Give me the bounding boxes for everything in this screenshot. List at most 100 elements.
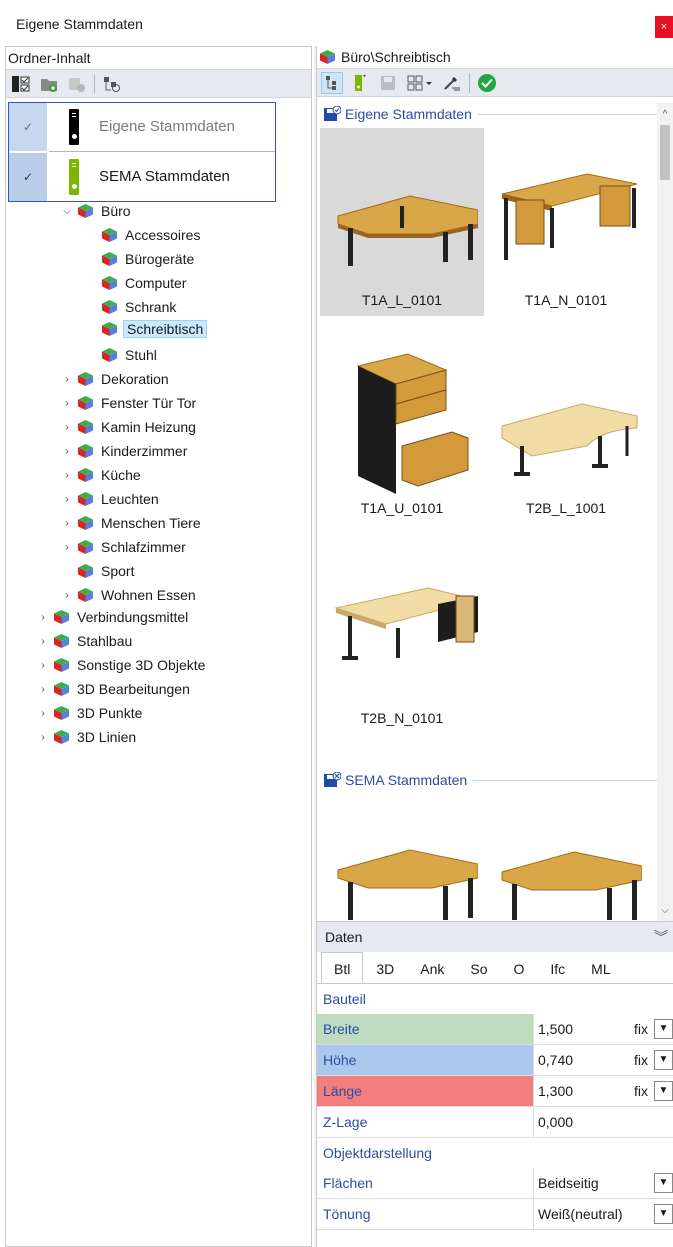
tree-item-sonstige[interactable]: › Sonstige 3D Objekte <box>37 655 207 675</box>
tree-item-schlafzimmer[interactable]: › Schlafzimmer <box>61 537 188 557</box>
cube-icon <box>77 443 94 459</box>
new-folder-icon[interactable] <box>38 73 60 95</box>
chevron-right-icon[interactable]: › <box>37 684 49 695</box>
tree-item-3d-punkte[interactable]: › 3D Punkte <box>37 703 144 723</box>
tree-item-schrank[interactable]: Schrank <box>101 297 178 317</box>
item-thumbnail[interactable]: T1A_U_0101 <box>320 336 484 524</box>
tree-item-schreibtisch[interactable]: Schreibtisch <box>101 319 208 339</box>
item-thumbnail[interactable]: T1A_N_0101 <box>484 128 648 316</box>
chevron-down-icon[interactable]: ⌵ <box>61 206 73 217</box>
chevron-right-icon[interactable]: › <box>61 494 73 505</box>
property-value[interactable]: 1,300 fix ▼ <box>533 1076 673 1106</box>
property-value[interactable]: 0,740 fix ▼ <box>533 1045 673 1075</box>
tree-item-sport[interactable]: Sport <box>77 561 136 581</box>
property-name: Länge <box>317 1076 533 1106</box>
dropdown-arrow-icon[interactable]: ▼ <box>654 1050 673 1070</box>
property-name: Breite <box>317 1014 533 1044</box>
tree-item-3d-linien[interactable]: › 3D Linien <box>37 727 138 747</box>
group-header-sema: SEMA Stammdaten <box>323 771 663 788</box>
chevron-right-icon[interactable]: › <box>61 398 73 409</box>
save-badge-icon <box>323 771 342 788</box>
dropdown-arrow-icon[interactable]: ▼ <box>654 1019 673 1039</box>
checklist-icon[interactable] <box>10 73 32 95</box>
property-value[interactable]: 0,000 <box>533 1107 673 1137</box>
pipette-icon[interactable] <box>441 72 463 94</box>
tree-item-kinderzimmer[interactable]: › Kinderzimmer <box>61 441 189 461</box>
item-thumbnail[interactable]: T2B_L_1001 <box>484 336 648 524</box>
tree-item-leuchten[interactable]: › Leuchten <box>61 489 161 509</box>
property-value[interactable]: 1,500 fix ▼ <box>533 1014 673 1044</box>
chevron-right-icon[interactable]: › <box>61 590 73 601</box>
data-panel: Daten ︾ Btl 3D Ank So O Ifc ML Bauteil B… <box>317 921 673 1247</box>
property-name: Tönung <box>323 1206 371 1222</box>
tree-item-buerogeraete[interactable]: Bürogeräte <box>101 249 196 269</box>
tree-item-stahlbau[interactable]: › Stahlbau <box>37 631 134 651</box>
item-thumbnail[interactable] <box>484 802 648 920</box>
tab-ml[interactable]: ML <box>578 952 623 983</box>
item-thumbnail[interactable]: T2B_N_0101 <box>320 546 484 734</box>
tab-so[interactable]: So <box>457 952 500 983</box>
tree-item-buero[interactable]: ⌵ Büro <box>61 201 133 221</box>
add-item-icon[interactable] <box>66 73 88 95</box>
tree-item-wohnen[interactable]: › Wohnen Essen <box>61 585 198 605</box>
stammdaten-option-eigene[interactable]: ✓ Eigene Stammdaten <box>9 103 275 151</box>
data-panel-header: Daten ︾ <box>317 922 673 952</box>
tree-view-icon[interactable] <box>101 73 123 95</box>
property-value[interactable]: Weiß(neutral) ▼ <box>533 1199 673 1229</box>
tab-btl[interactable]: Btl <box>321 952 364 983</box>
tree-item-stuhl[interactable]: Stuhl <box>101 345 159 365</box>
property-value[interactable]: Beidseitig ▼ <box>533 1168 673 1198</box>
vertical-scrollbar[interactable]: ^ ⌵ <box>657 103 673 923</box>
tab-ank[interactable]: Ank <box>407 952 457 983</box>
chevron-right-icon[interactable]: › <box>37 612 49 623</box>
dropdown-arrow-icon[interactable]: ▼ <box>654 1081 673 1101</box>
dropdown-arrow-icon[interactable]: ▼ <box>654 1204 673 1224</box>
tab-ifc[interactable]: Ifc <box>537 952 578 983</box>
item-thumbnail[interactable]: T1A_L_0101 <box>320 128 484 316</box>
cube-icon <box>77 371 94 387</box>
property-row-laenge: Länge 1,300 fix ▼ <box>317 1076 673 1107</box>
tab-o[interactable]: O <box>501 952 538 983</box>
tree-item-computer[interactable]: Computer <box>101 273 188 293</box>
tree-item-kamin[interactable]: › Kamin Heizung <box>61 417 198 437</box>
cube-icon <box>101 347 118 363</box>
tree-item-fenster[interactable]: › Fenster Tür Tor <box>61 393 198 413</box>
scroll-down-icon[interactable]: ⌵ <box>657 903 673 919</box>
chevron-right-icon[interactable]: › <box>37 708 49 719</box>
tree-item-accessoires[interactable]: Accessoires <box>101 225 202 245</box>
dropdown-arrow-icon[interactable]: ▼ <box>654 1173 673 1193</box>
stammdaten-option-sema[interactable]: ✓ SEMA Stammdaten <box>9 153 275 201</box>
item-thumbnail[interactable] <box>320 802 484 920</box>
chevron-right-icon[interactable]: › <box>61 446 73 457</box>
chevron-right-icon[interactable]: › <box>37 636 49 647</box>
close-button[interactable]: × <box>655 16 673 38</box>
title-bar: Eigene Stammdaten × <box>0 0 673 44</box>
property-name: Flächen <box>323 1175 373 1191</box>
content-toolbar <box>317 69 673 97</box>
scroll-up-icon[interactable]: ^ <box>657 107 673 123</box>
chevron-right-icon[interactable]: › <box>61 518 73 529</box>
section-objektdarstellung: Objektdarstellung <box>323 1145 432 1161</box>
view-mode-icon[interactable] <box>405 72 435 94</box>
tab-3d[interactable]: 3D <box>363 952 407 983</box>
tree-item-dekoration[interactable]: › Dekoration <box>61 369 171 389</box>
tree-item-verbindungsmittel[interactable]: › Verbindungsmittel <box>37 607 190 627</box>
chevron-right-icon[interactable]: › <box>61 470 73 481</box>
confirm-icon[interactable] <box>476 72 498 94</box>
drive-select-icon[interactable] <box>349 72 371 94</box>
tree-item-kueche[interactable]: › Küche <box>61 465 143 485</box>
toolbar-separator <box>469 72 470 93</box>
check-icon[interactable]: ✓ <box>9 153 47 201</box>
chevron-right-icon[interactable]: › <box>37 660 49 671</box>
tree-item-menschen[interactable]: › Menschen Tiere <box>61 513 203 533</box>
chevron-right-icon[interactable]: › <box>61 542 73 553</box>
tree-item-3d-bearbeitungen[interactable]: › 3D Bearbeitungen <box>37 679 192 699</box>
chevron-right-icon[interactable]: › <box>61 374 73 385</box>
chevron-right-icon[interactable]: › <box>37 732 49 743</box>
check-icon[interactable]: ✓ <box>9 103 47 151</box>
save-icon[interactable] <box>377 72 399 94</box>
scroll-thumb[interactable] <box>660 125 670 180</box>
chevron-right-icon[interactable]: › <box>61 422 73 433</box>
collapse-icon[interactable]: ︾ <box>654 922 668 952</box>
tree-mode-icon[interactable] <box>321 71 343 94</box>
